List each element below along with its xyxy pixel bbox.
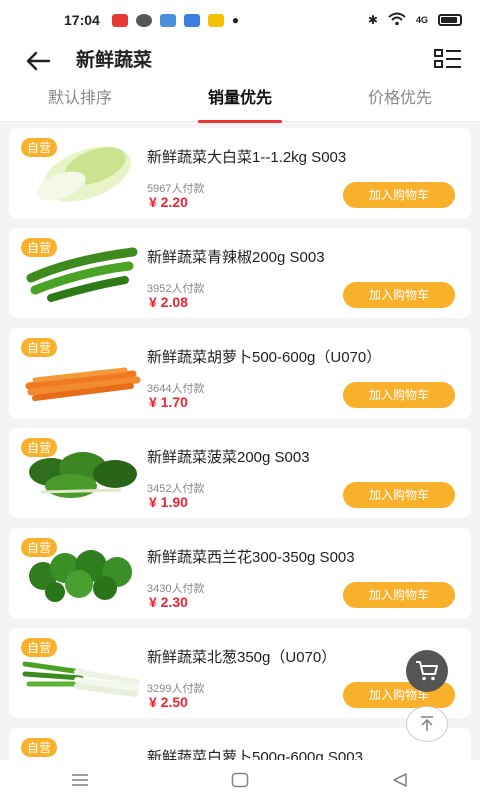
product-price: ¥ 2.08 — [149, 294, 188, 310]
notification-app-icon — [135, 13, 152, 27]
product-card[interactable]: 自营 新鲜蔬菜大白菜1--1.2kg S003 5967人付款 ¥ 2.20 加… — [9, 128, 471, 218]
product-card[interactable]: 自营 新鲜蔬菜菠菜200g S003 3452人付款 ¥ 1.90 加入购物车 — [9, 428, 471, 518]
arrow-up-icon — [421, 716, 433, 731]
notification-app-icon — [111, 13, 128, 27]
add-to-cart-button[interactable]: 加入购物车 — [343, 582, 455, 608]
self-operated-badge: 自营 — [21, 738, 58, 757]
triangle-back-icon — [393, 773, 407, 787]
product-price: ¥ 2.30 — [149, 594, 188, 610]
battery-icon — [438, 14, 462, 26]
notification-app-icon — [183, 13, 200, 27]
system-navigation-bar — [0, 760, 480, 800]
self-operated-badge: 自营 — [21, 338, 58, 357]
page-title: 新鲜蔬菜 — [76, 50, 153, 71]
product-card[interactable]: 自营 新鲜蔬菜北葱350g（U070） 3299人付款 ¥ 2.50 加入购物车 — [9, 628, 471, 718]
tab-default-sort[interactable]: 默认排序 — [0, 80, 160, 121]
notification-app-icon — [159, 13, 176, 27]
product-card[interactable]: 自营 新鲜蔬菜白萝卜500g-600g S003 — [9, 728, 471, 760]
menu-lines-icon — [72, 774, 88, 786]
square-home-icon — [231, 772, 249, 788]
add-to-cart-button[interactable]: 加入购物车 — [343, 182, 455, 208]
more-notifications-icon: ● — [231, 13, 240, 27]
product-price: ¥ 1.90 — [149, 494, 188, 510]
tab-price-first[interactable]: 价格优先 — [320, 80, 480, 121]
self-operated-badge: 自营 — [21, 138, 58, 157]
status-notification-icons: ● — [111, 13, 240, 27]
arrow-left-icon — [26, 51, 51, 71]
shopping-cart-icon — [416, 661, 438, 681]
home-button[interactable] — [215, 765, 265, 795]
status-bar: 17:04 ● ✱ 4G — [0, 0, 480, 40]
product-card[interactable]: 自营 新鲜蔬菜胡萝卜500-600g（U070） 3644人付款 ¥ 1.70 … — [9, 328, 471, 418]
product-price: ¥ 2.20 — [149, 194, 188, 210]
tab-sales-first[interactable]: 销量优先 — [160, 80, 320, 123]
notification-app-icon — [207, 13, 224, 27]
self-operated-badge: 自营 — [21, 438, 58, 457]
recent-apps-button[interactable] — [55, 765, 105, 795]
product-title: 新鲜蔬菜北葱350g（U070） — [147, 649, 337, 666]
sort-tabs: 默认排序 销量优先 价格优先 — [0, 80, 480, 123]
add-to-cart-button[interactable]: 加入购物车 — [343, 382, 455, 408]
status-time: 17:04 — [64, 12, 100, 28]
self-operated-badge: 自营 — [21, 538, 58, 557]
list-menu-icon — [434, 49, 461, 68]
product-card[interactable]: 自营 新鲜蔬菜青辣椒200g S003 3952人付款 ¥ 2.08 加入购物车 — [9, 228, 471, 318]
list-menu-button[interactable] — [434, 48, 462, 72]
self-operated-badge: 自营 — [21, 238, 58, 257]
wifi-icon — [388, 12, 406, 29]
self-operated-badge: 自营 — [21, 638, 58, 657]
product-price: ¥ 1.70 — [149, 394, 188, 410]
product-title: 新鲜蔬菜大白菜1--1.2kg S003 — [147, 149, 347, 166]
back-to-top-button[interactable] — [406, 706, 448, 742]
product-title: 新鲜蔬菜西兰花300-350g S003 — [147, 549, 355, 566]
product-title: 新鲜蔬菜胡萝卜500-600g（U070） — [147, 349, 382, 366]
network-label: 4G — [415, 15, 428, 25]
add-to-cart-button[interactable]: 加入购物车 — [343, 282, 455, 308]
back-nav-button[interactable] — [375, 765, 425, 795]
product-card[interactable]: 自营 新鲜蔬菜西兰花300-350g S003 3430人付款 ¥ 2.30 加… — [9, 528, 471, 618]
product-title: 新鲜蔬菜白萝卜500g-600g S003 — [147, 749, 363, 760]
back-button[interactable] — [20, 48, 56, 74]
add-to-cart-button[interactable]: 加入购物车 — [343, 482, 455, 508]
product-title: 新鲜蔬菜菠菜200g S003 — [147, 449, 310, 466]
product-title: 新鲜蔬菜青辣椒200g S003 — [147, 249, 325, 266]
header: 新鲜蔬菜 — [0, 40, 480, 80]
bluetooth-icon: ✱ — [367, 13, 378, 27]
product-price: ¥ 2.50 — [149, 694, 188, 710]
floating-cart-button[interactable] — [406, 650, 448, 692]
